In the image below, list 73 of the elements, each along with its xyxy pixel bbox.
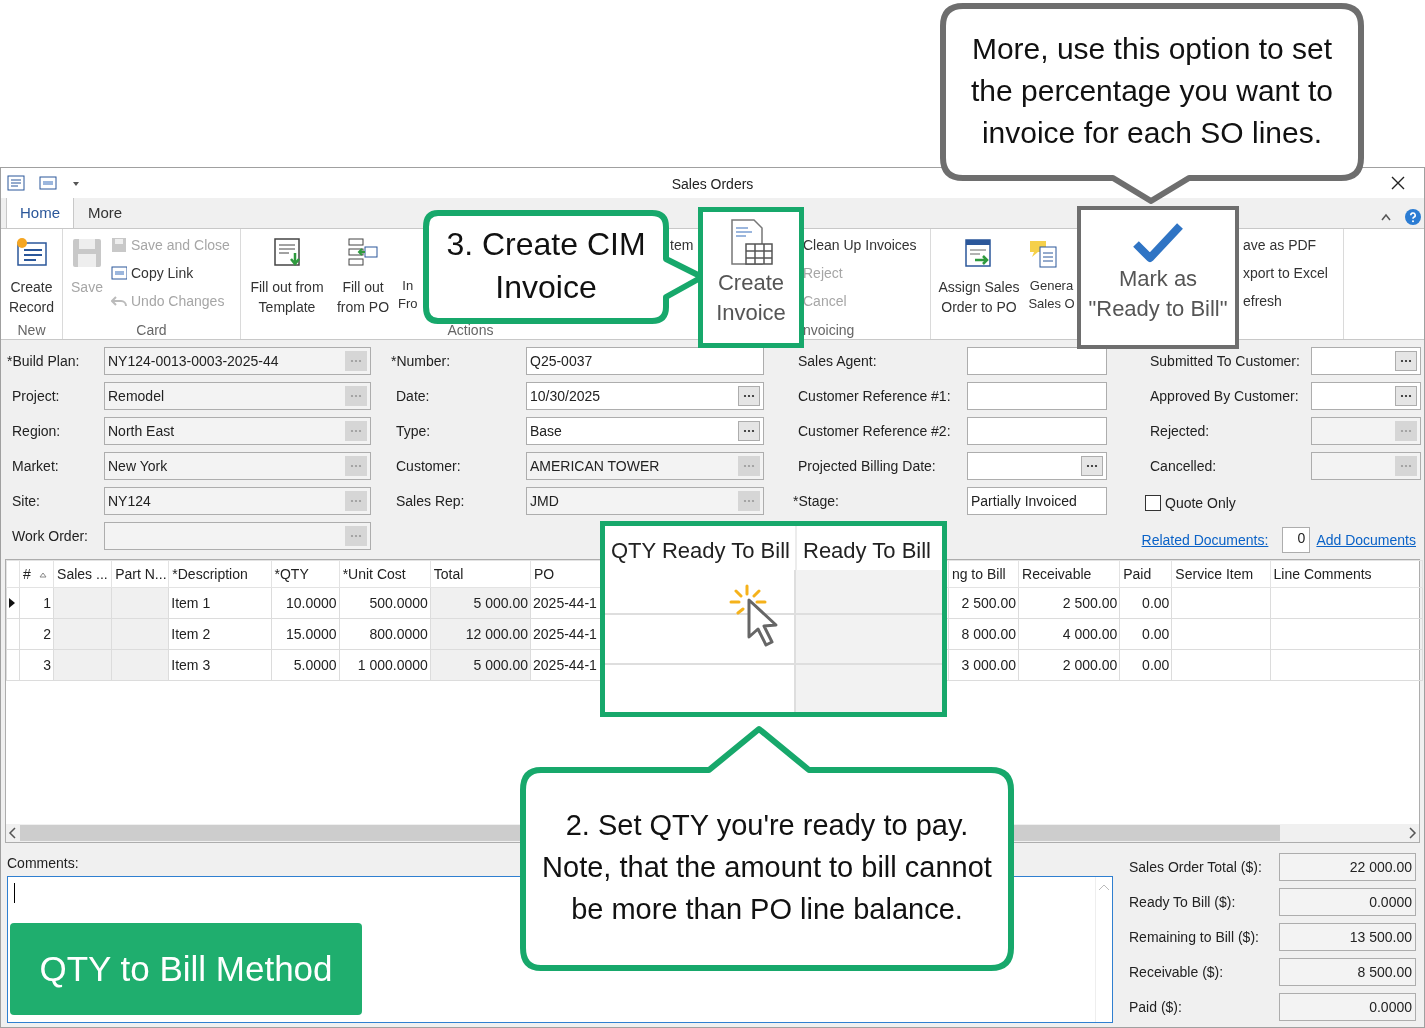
field-label: Cancelled: — [1149, 456, 1218, 476]
table-cell: 1 — [43, 594, 52, 611]
table-cell: 4 000.00 — [1062, 625, 1118, 642]
group-label: Card — [136, 322, 167, 338]
checkbox-label: Quote Only — [1165, 493, 1236, 513]
total-label: Ready To Bill ($): — [1129, 892, 1237, 912]
callout-text: 3. Create CIM Invoice — [445, 225, 647, 307]
table-cell: Item 1 — [171, 594, 211, 611]
table-cell: 0.00 — [1142, 656, 1170, 673]
column-header: Ready To Bill — [802, 537, 932, 565]
field-label: Rejected: — [1149, 421, 1211, 441]
callout-text: 2. Set QTY you're ready to pay. Note, that the amount to bill cannot be more than PO line balance. — [541, 808, 993, 927]
total-field: 0.0000 — [1279, 993, 1416, 1021]
method-label: QTY to Bill Method — [10, 923, 362, 1015]
table-cell: 0.00 — [1142, 594, 1170, 611]
group-label: Actions — [447, 322, 494, 338]
field-label: Site: — [11, 491, 41, 511]
table-cell: 5 000.00 — [473, 656, 529, 673]
field-label: Type: — [395, 421, 432, 441]
field-label: Region: — [11, 421, 62, 441]
field-label: Sales Agent: — [797, 351, 878, 371]
table-cell: Item 3 — [171, 656, 211, 673]
total-label: Remaining to Bill ($): — [1129, 927, 1260, 947]
table-cell: 12 000.00 — [465, 625, 529, 642]
window-title: Sales Orders — [671, 176, 754, 192]
field-label: Date: — [395, 386, 431, 406]
table-cell: 2 500.00 — [1062, 594, 1118, 611]
field-label: Work Order: — [11, 526, 89, 546]
field-label: Project: — [11, 386, 61, 406]
total-label: Sales Order Total ($): — [1129, 857, 1263, 877]
table-cell: 2 — [43, 625, 52, 642]
field-label: *Stage: — [793, 491, 840, 511]
field-label: Customer Reference #1: — [797, 386, 952, 406]
total-label: Receivable ($): — [1129, 962, 1225, 982]
table-cell: 2025-44-1 — [533, 656, 597, 673]
column-header: QTY Ready To Bill — [605, 526, 797, 570]
table-cell: 5.0000 — [293, 656, 337, 673]
field-label: Approved By Customer: — [1149, 386, 1300, 406]
total-label: Paid ($): — [1129, 997, 1183, 1017]
table-cell: 5 000.00 — [473, 594, 529, 611]
field-label: Projected Billing Date: — [797, 456, 937, 476]
field-label: Sales Rep: — [395, 491, 466, 511]
total-field: 22 000.00 — [1279, 853, 1416, 881]
group-label: nvoicing — [803, 322, 855, 338]
table-cell: 800.0000 — [369, 625, 428, 642]
total-field: 0.0000 — [1279, 888, 1416, 916]
create-invoice-label: Create Invoice — [715, 269, 787, 327]
table-cell: 1 000.0000 — [357, 656, 428, 673]
table-cell: 2025-44-1 — [533, 594, 597, 611]
table-cell: 8 000.00 — [961, 625, 1017, 642]
table-cell: 2 500.00 — [961, 594, 1017, 611]
table-cell: 3 — [43, 656, 52, 673]
mark-ready-label: Mark as "Ready to Bill" — [1087, 265, 1229, 323]
total-field: 8 500.00 — [1279, 958, 1416, 986]
field-label: *Build Plan: — [7, 351, 81, 371]
field-label: Submitted To Customer: — [1149, 351, 1301, 371]
table-cell: Item 2 — [171, 625, 211, 642]
table-cell: 500.0000 — [369, 594, 428, 611]
field-label: *Number: — [391, 351, 452, 371]
comments-label: Comments: — [7, 855, 79, 871]
total-field: 13 500.00 — [1279, 923, 1416, 951]
field-label: Customer: — [395, 456, 462, 476]
table-cell: 3 000.00 — [961, 656, 1017, 673]
table-cell: 0.00 — [1142, 625, 1170, 642]
callout-text: More, use this option to set the percentage you want to invoice for each SO lines. — [970, 31, 1334, 151]
field-label: Market: — [11, 456, 60, 476]
table-cell: 10.0000 — [286, 594, 337, 611]
group-label: New — [17, 322, 46, 338]
table-cell: 2025-44-1 — [533, 625, 597, 642]
field-label: Customer Reference #2: — [797, 421, 952, 441]
table-cell: 2 000.00 — [1062, 656, 1118, 673]
document-count: 0 — [1282, 527, 1311, 553]
table-cell: 15.0000 — [286, 625, 337, 642]
